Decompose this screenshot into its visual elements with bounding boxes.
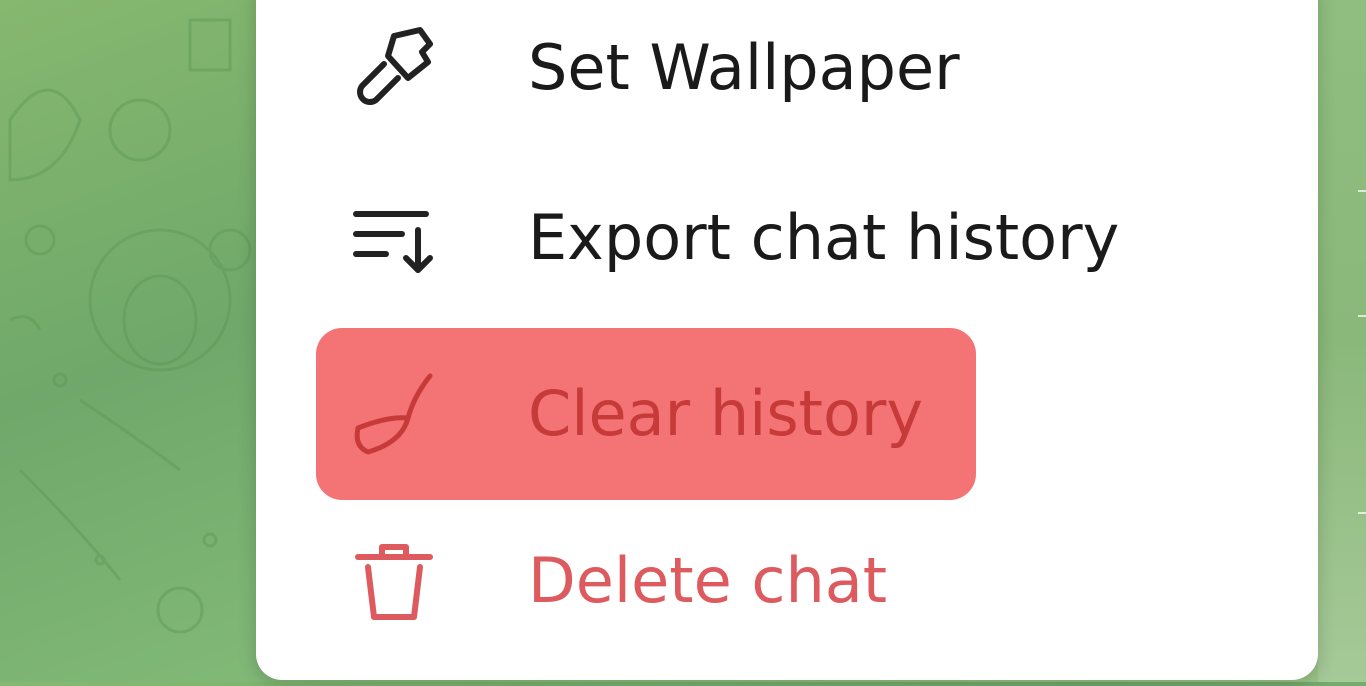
export-list-icon (346, 190, 442, 286)
delete-chat-item[interactable]: Delete chat (316, 495, 976, 667)
broom-icon (346, 366, 442, 462)
edge-divider (1358, 190, 1366, 192)
export-chat-history-label: Export chat history (528, 201, 1120, 274)
delete-chat-label: Delete chat (528, 544, 888, 617)
chat-context-menu: Set Wallpaper Export chat history Clear … (256, 0, 1318, 680)
edge-divider (1358, 315, 1366, 317)
paintbrush-icon (346, 20, 442, 116)
set-wallpaper-item[interactable]: Set Wallpaper (316, 0, 976, 154)
set-wallpaper-label: Set Wallpaper (528, 31, 960, 104)
clear-history-label: Clear history (528, 377, 924, 450)
edge-divider (1358, 512, 1366, 514)
clear-history-item[interactable]: Clear history (316, 328, 976, 500)
trash-icon (346, 533, 442, 629)
export-chat-history-item[interactable]: Export chat history (316, 152, 1119, 324)
chat-area-edge (1318, 0, 1366, 682)
